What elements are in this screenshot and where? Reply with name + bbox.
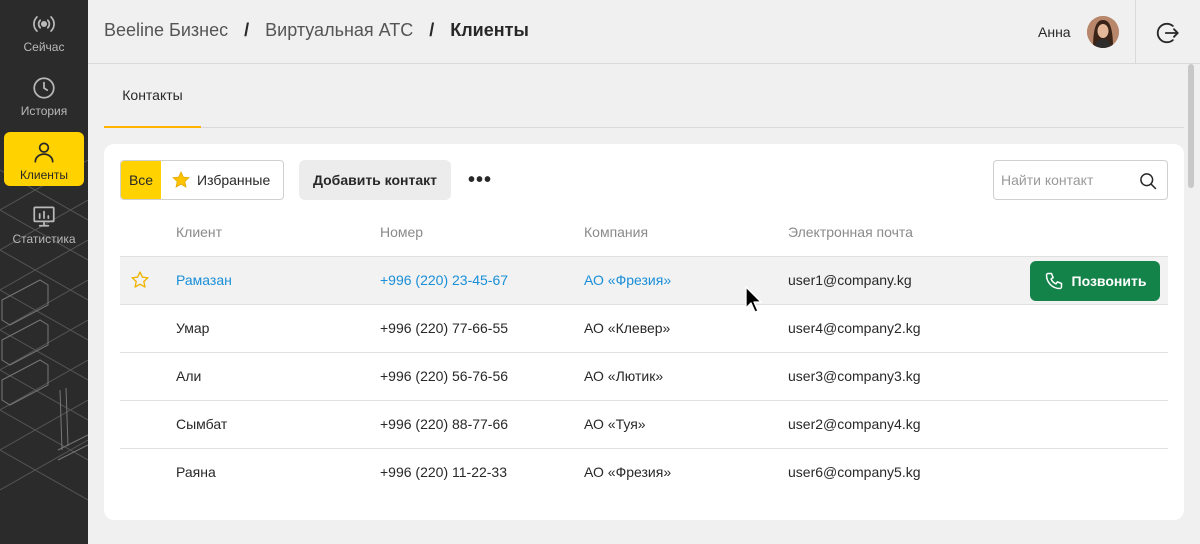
scrollbar[interactable] xyxy=(1188,64,1194,188)
sidebar-item-now[interactable]: Сейчас xyxy=(4,4,84,58)
sidebar-item-label: Статистика xyxy=(12,232,76,246)
breadcrumb-item[interactable]: Виртуальная АТС xyxy=(265,20,413,41)
sidebar: Сейчас История Клиенты Статистика xyxy=(0,0,88,544)
client-name: Сымбат xyxy=(176,416,228,432)
client-email: user1@company.kg xyxy=(788,272,912,288)
client-phone: +996 (220) 88-77-66 xyxy=(380,416,509,432)
clock-icon xyxy=(33,77,55,99)
mouse-cursor-icon xyxy=(745,286,762,313)
client-email: user4@company2.kg xyxy=(788,320,921,336)
user-menu[interactable]: Анна xyxy=(1038,16,1119,48)
user-name: Анна xyxy=(1038,24,1071,40)
phone-icon xyxy=(1045,272,1062,290)
table-row[interactable]: Раяна +996 (220) 11-22-33 АО «Фрезия» us… xyxy=(120,448,1168,496)
star-icon xyxy=(172,171,190,188)
avatar-image xyxy=(1086,16,1119,48)
client-company: АО «Лютик» xyxy=(584,368,664,384)
sidebar-item-history[interactable]: История xyxy=(4,68,84,122)
sidebar-item-label: Клиенты xyxy=(19,168,69,182)
more-options-icon[interactable]: ••• xyxy=(466,168,494,192)
header-divider xyxy=(1135,0,1136,64)
tab-bar: Контакты xyxy=(104,64,1184,128)
client-email: user6@company5.kg xyxy=(788,464,921,480)
logout-icon[interactable] xyxy=(1155,20,1181,46)
star-outline-icon[interactable] xyxy=(130,270,150,290)
column-header-email: Электронная почта xyxy=(788,224,913,240)
tab-contacts[interactable]: Контакты xyxy=(104,64,201,128)
client-company: АО «Клевер» xyxy=(584,320,671,336)
table-row[interactable]: Рамазан +996 (220) 23-45-67 АО «Фрезия» … xyxy=(120,256,1168,304)
sidebar-item-clients[interactable]: Клиенты xyxy=(4,132,84,186)
add-contact-button[interactable]: Добавить контакт xyxy=(299,160,451,200)
page-title: Клиенты xyxy=(450,20,529,40)
sidebar-item-label: Сейчас xyxy=(23,40,65,54)
client-company: АО «Фрезия» xyxy=(584,464,672,480)
client-email: user3@company3.kg xyxy=(788,368,921,384)
sidebar-item-statistics[interactable]: Статистика xyxy=(4,196,84,250)
user-icon xyxy=(34,142,54,163)
column-header-number: Номер xyxy=(380,224,424,240)
client-phone: +996 (220) 56-76-56 xyxy=(380,368,509,384)
table-row[interactable]: Сымбат +996 (220) 88-77-66 АО «Туя» user… xyxy=(120,400,1168,448)
column-header-client: Клиент xyxy=(176,224,223,240)
client-phone[interactable]: +996 (220) 23-45-67 xyxy=(380,272,508,288)
client-name[interactable]: Рамазан xyxy=(176,272,232,288)
column-header-company: Компания xyxy=(584,224,649,240)
call-button[interactable]: Позвонить xyxy=(1030,261,1160,301)
breadcrumb-item[interactable]: Beeline Бизнес xyxy=(104,20,228,41)
client-name: Раяна xyxy=(176,464,216,480)
top-bar: Beeline Бизнес / Виртуальная АТС / Клиен… xyxy=(88,0,1200,64)
broadcast-icon xyxy=(33,16,55,32)
client-phone: +996 (220) 11-22-33 xyxy=(380,464,507,480)
sidebar-item-label: История xyxy=(20,104,68,118)
breadcrumb-separator: / xyxy=(429,20,435,40)
breadcrumb: Beeline Бизнес / Виртуальная АТС / Клиен… xyxy=(104,20,529,41)
client-name: Умар xyxy=(176,320,210,336)
search-box xyxy=(993,160,1168,200)
filter-favorites-label: Избранные xyxy=(197,172,271,188)
table-row[interactable]: Али +996 (220) 56-76-56 АО «Лютик» user3… xyxy=(120,352,1168,400)
search-icon[interactable] xyxy=(1138,171,1158,191)
search-input[interactable] xyxy=(1001,170,1131,190)
client-email: user2@company4.kg xyxy=(788,416,921,432)
call-button-label: Позвонить xyxy=(1071,273,1147,289)
filter-favorites-button[interactable]: Избранные xyxy=(161,161,283,199)
client-company: АО «Туя» xyxy=(584,416,646,432)
filter-all-button[interactable]: Все xyxy=(121,161,161,199)
table-header: Клиент Номер Компания Электронная почта xyxy=(120,216,1168,256)
chart-icon xyxy=(33,206,55,227)
client-phone: +996 (220) 77-66-55 xyxy=(380,320,509,336)
contacts-card: Все Избранные Добавить контакт ••• Клиен… xyxy=(104,144,1184,520)
avatar[interactable] xyxy=(1086,16,1119,48)
filter-toggle: Все Избранные xyxy=(120,160,284,200)
breadcrumb-separator: / xyxy=(244,20,250,40)
client-name: Али xyxy=(176,368,202,384)
client-company[interactable]: АО «Фрезия» xyxy=(584,272,671,288)
table-row[interactable]: Умар +996 (220) 77-66-55 АО «Клевер» use… xyxy=(120,304,1168,352)
